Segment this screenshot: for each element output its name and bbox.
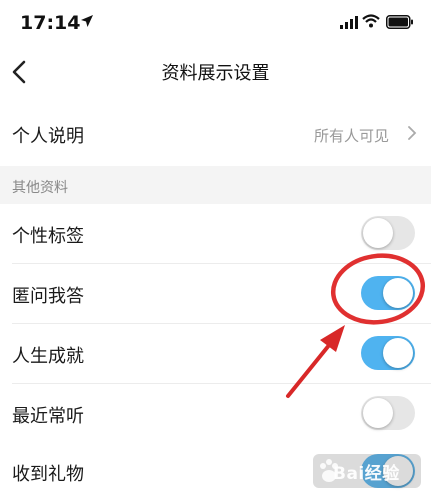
setting-label: 个性标签 <box>12 226 84 247</box>
setting-label: 最近常听 <box>12 406 84 427</box>
nav-bar: 资料展示设置 <box>0 46 431 98</box>
toggle-knob <box>363 398 393 428</box>
toggle-switch[interactable] <box>361 336 415 370</box>
toggle-knob <box>363 218 393 248</box>
watermark-text: Bai经验 <box>333 464 400 484</box>
toggle-switch[interactable] <box>361 276 415 310</box>
status-bar: 17:14 <box>0 0 431 46</box>
setting-row: 人生成就 <box>0 324 431 384</box>
signal-icon <box>340 16 358 29</box>
setting-label: 匿问我答 <box>12 286 84 307</box>
chevron-right-icon <box>408 126 417 140</box>
setting-label: 收到礼物 <box>12 464 84 485</box>
toggle-switch[interactable] <box>361 216 415 250</box>
setting-label: 人生成就 <box>12 346 84 367</box>
personal-intro-label: 个人说明 <box>12 126 84 147</box>
status-time: 17:14 <box>20 12 81 34</box>
toggle-knob <box>383 338 413 368</box>
setting-row: 匿问我答 <box>0 264 431 324</box>
setting-row: 最近常听 <box>0 384 431 444</box>
toggle-switch[interactable] <box>361 396 415 430</box>
personal-intro-row[interactable]: 个人说明 所有人可见 <box>0 104 431 164</box>
toggle-knob <box>383 278 413 308</box>
location-icon <box>81 15 93 27</box>
personal-intro-visibility: 所有人可见 <box>313 127 389 145</box>
section-header: 其他资料 <box>0 166 431 204</box>
setting-row: 个性标签 <box>0 204 431 264</box>
section-title: 其他资料 <box>12 180 68 196</box>
wifi-icon <box>362 14 380 28</box>
battery-icon <box>386 15 413 29</box>
page-title: 资料展示设置 <box>161 63 270 84</box>
